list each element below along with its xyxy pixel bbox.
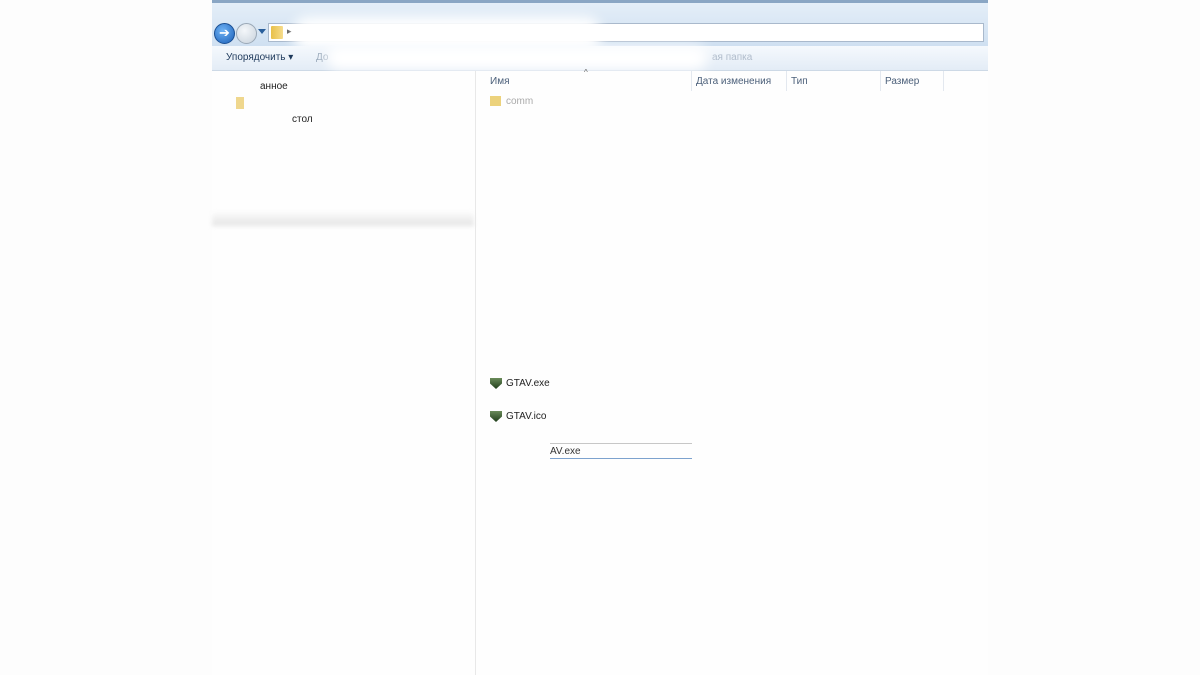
folder-icon (271, 26, 283, 39)
gta-v-icon (490, 378, 502, 389)
navigation-pane-scrollbar[interactable] (212, 210, 474, 226)
back-button[interactable]: ➔ (214, 23, 235, 44)
organize-button[interactable]: Упорядочить ▾ (226, 52, 293, 63)
folder-icon (490, 96, 501, 107)
new-folder-button[interactable]: ая папка (712, 52, 752, 63)
column-header-name[interactable]: Имя (490, 71, 690, 91)
gta-v-icon (490, 411, 502, 422)
arrow-left-icon: ➔ (219, 25, 230, 40)
column-divider[interactable] (786, 71, 787, 91)
explorer-window: ➔ ▸ Упорядочить ▾ До ая папка анное стол… (212, 0, 988, 675)
chevron-right-icon[interactable]: ▸ (287, 26, 292, 37)
column-header-date-modified[interactable]: Дата изменения (696, 71, 786, 91)
file-row-comm[interactable]: comm (490, 96, 533, 112)
nav-item-favorites[interactable]: анное (260, 81, 288, 92)
column-divider[interactable] (943, 71, 944, 91)
column-header-size[interactable]: Размер (885, 71, 943, 91)
rename-input[interactable]: AV.exe (550, 443, 692, 459)
column-header-type[interactable]: Тип (791, 71, 881, 91)
file-row-gtav-exe[interactable]: GTAV.exe (490, 378, 550, 394)
forward-button[interactable] (236, 23, 257, 44)
nav-item-desktop[interactable]: стол (292, 114, 313, 125)
column-divider[interactable] (691, 71, 692, 91)
column-divider[interactable] (880, 71, 881, 91)
title-bar: ➔ ▸ (212, 0, 988, 51)
navigation-pane: анное стол (212, 71, 474, 226)
command-bar: Упорядочить ▾ До ая папка (212, 46, 988, 71)
file-row-gtav-ico[interactable]: GTAV.ico (490, 411, 546, 427)
pane-splitter[interactable] (475, 71, 476, 675)
folder-icon (236, 97, 244, 109)
redacted-area (327, 46, 707, 70)
recent-pages-dropdown[interactable] (258, 29, 266, 34)
